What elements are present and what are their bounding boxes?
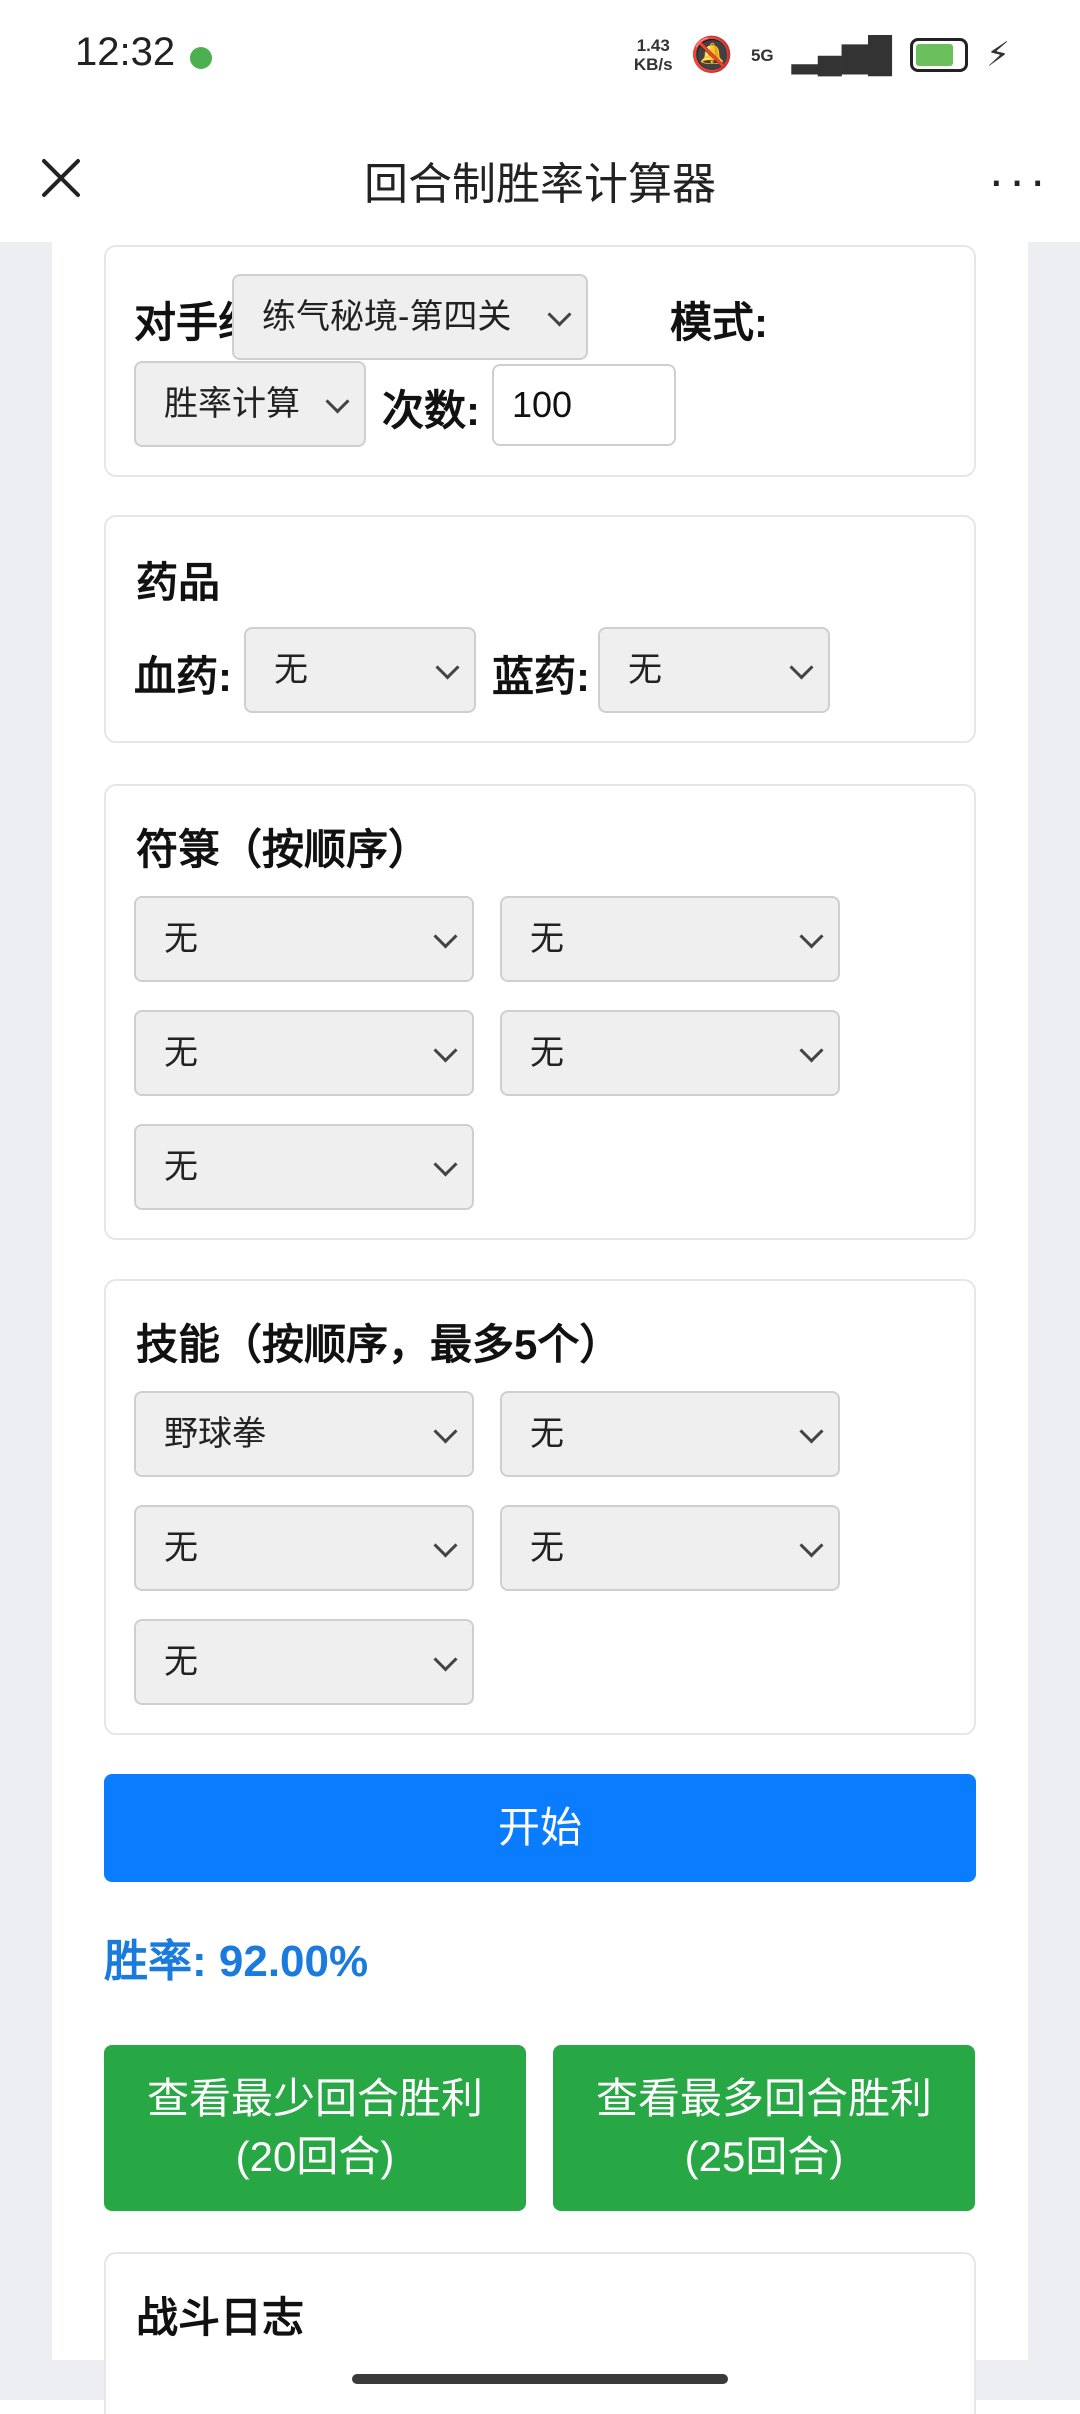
hp-potion-select[interactable]: 无 <box>244 627 476 713</box>
chevron-down-icon <box>435 655 460 680</box>
skills-title: 技能（按顺序，最多5个） <box>136 1321 622 1368</box>
chevron-down-icon <box>547 302 572 327</box>
status-bar: 12:32 1.43 KB/s 🔕 5G ▂▄▆█ ⚡ <box>0 0 1080 120</box>
win-rate-result: 胜率: 92.00% <box>104 1937 369 1986</box>
potions-title: 药品 <box>136 559 221 606</box>
mp-potion-label: 蓝药: <box>492 653 590 700</box>
min-rounds-win-button[interactable]: 查看最少回合胜利 (20回合) <box>104 2045 526 2211</box>
chevron-down-icon <box>789 655 814 680</box>
talismans-title: 符箓（按顺序） <box>136 826 431 873</box>
more-options-icon[interactable]: ··· <box>988 155 1050 205</box>
mp-potion-select[interactable]: 无 <box>598 627 830 713</box>
opponent-select[interactable]: 练气秘境-第四关 <box>232 274 588 360</box>
signal-icon: ▂▄▆█ <box>791 36 893 74</box>
skill-select-1[interactable]: 野球拳 <box>134 1391 474 1477</box>
max-rounds-win-button[interactable]: 查看最多回合胜利 (25回合) <box>553 2045 975 2211</box>
status-time: 12:32 <box>75 30 176 74</box>
settings-card: 对手组: 练气秘境-第四关 模式: 胜率计算 次数: 100 <box>104 245 976 477</box>
skills-card: 技能（按顺序，最多5个） 野球拳 无 无 无 无 <box>104 1279 976 1735</box>
network-type: 5G <box>750 45 774 65</box>
status-icons: 1.43 KB/s 🔕 5G ▂▄▆█ ⚡ <box>634 30 1010 80</box>
page-title: 回合制胜率计算器 <box>364 160 716 209</box>
chevron-down-icon <box>799 924 824 949</box>
app-header: 回合制胜率计算器 ··· <box>0 120 1080 242</box>
talisman-select-2[interactable]: 无 <box>500 896 840 982</box>
chevron-down-icon <box>433 1647 458 1672</box>
talisman-select-5[interactable]: 无 <box>134 1124 474 1210</box>
chevron-down-icon <box>433 1152 458 1177</box>
talisman-select-1[interactable]: 无 <box>134 896 474 982</box>
chevron-down-icon <box>433 924 458 949</box>
count-label: 次数: <box>382 387 480 434</box>
battle-log-card: 战斗日志 <box>104 2252 976 2414</box>
chevron-down-icon <box>325 389 350 414</box>
chevron-down-icon <box>799 1533 824 1558</box>
home-indicator[interactable] <box>352 2374 728 2384</box>
battle-log-title: 战斗日志 <box>136 2294 305 2341</box>
chevron-down-icon <box>799 1419 824 1444</box>
talisman-select-3[interactable]: 无 <box>134 1010 474 1096</box>
chevron-down-icon <box>433 1533 458 1558</box>
mode-select[interactable]: 胜率计算 <box>134 361 366 447</box>
skill-select-2[interactable]: 无 <box>500 1391 840 1477</box>
talisman-select-4[interactable]: 无 <box>500 1010 840 1096</box>
start-button[interactable]: 开始 <box>104 1774 976 1882</box>
chevron-down-icon <box>433 1038 458 1063</box>
potions-card: 药品 血药: 无 蓝药: 无 <box>104 515 976 743</box>
network-speed: 1.43 KB/s <box>633 36 673 74</box>
notification-icon <box>190 47 212 69</box>
skill-select-5[interactable]: 无 <box>134 1619 474 1705</box>
chevron-down-icon <box>433 1419 458 1444</box>
mode-label: 模式: <box>670 299 768 346</box>
talismans-card: 符箓（按顺序） 无 无 无 无 无 <box>104 784 976 1240</box>
hp-potion-label: 血药: <box>134 653 232 700</box>
skill-select-3[interactable]: 无 <box>134 1505 474 1591</box>
page-content: 对手组: 练气秘境-第四关 模式: 胜率计算 次数: 100 药品 血药: 无 … <box>52 242 1028 2360</box>
count-input[interactable]: 100 <box>492 364 676 446</box>
skill-select-4[interactable]: 无 <box>500 1505 840 1591</box>
battery-icon <box>910 38 969 72</box>
mute-icon: 🔕 <box>690 36 733 74</box>
chevron-down-icon <box>799 1038 824 1063</box>
charging-icon: ⚡ <box>986 36 1010 74</box>
